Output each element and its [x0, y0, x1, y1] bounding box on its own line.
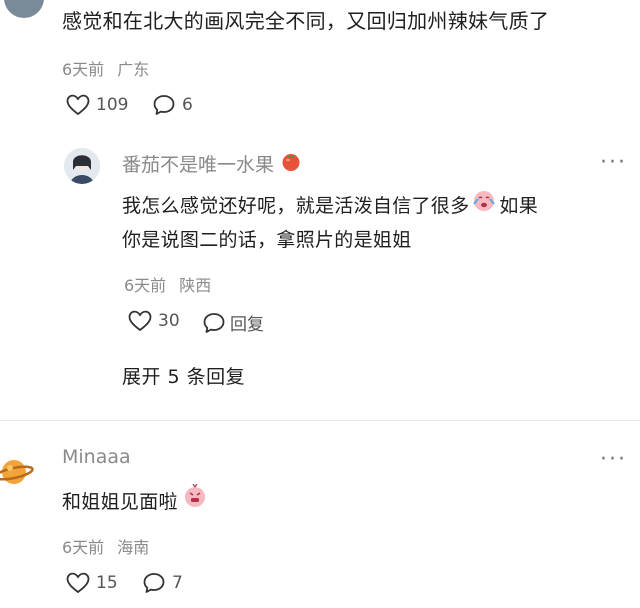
- tomato-emoji: [280, 150, 302, 177]
- heart-outline-icon: [128, 310, 152, 332]
- reply-reply-button[interactable]: 回复: [202, 310, 264, 335]
- reply-text: 我怎么感觉还好呢，就是活泼自信了很多 如果 你是说图二的话，拿照片的是姐姐: [122, 188, 538, 257]
- more-dots-icon[interactable]: ···: [600, 449, 627, 471]
- speech-bubble-icon: [202, 312, 226, 334]
- like-count: 109: [96, 95, 129, 115]
- expand-replies-link[interactable]: 展开 5 条回复: [122, 362, 245, 389]
- reply-time: 6天前: [124, 276, 167, 295]
- reply-location: 陕西: [179, 276, 212, 295]
- comment-meta: 6天前 广东: [62, 56, 149, 80]
- heart-outline-icon: [66, 94, 90, 116]
- reply-like-button[interactable]: 30: [128, 310, 180, 332]
- reply-text-line1: 我怎么感觉还好呢，就是活泼自信了很多: [122, 194, 470, 217]
- speech-bubble-icon: [152, 94, 176, 116]
- comment-time: 6天前: [62, 60, 105, 79]
- comment2-username[interactable]: Minaaa: [62, 446, 131, 468]
- divider: [0, 420, 640, 421]
- reply-username-row: 番茄不是唯一水果: [122, 150, 302, 177]
- avatar-image: [64, 148, 100, 184]
- avatar-top[interactable]: [4, 0, 44, 18]
- reply-like-count: 30: [158, 311, 180, 331]
- comment2-text-row: 和姐姐见面啦: [62, 483, 208, 519]
- heart-outline-icon: [66, 572, 90, 594]
- comment-text: 感觉和在北大的画风完全不同，又回归加州辣妹气质了: [62, 9, 550, 33]
- reply-text-line1b: 如果: [499, 194, 539, 217]
- avatar[interactable]: [0, 452, 34, 492]
- comment2-text: 和姐姐见面啦: [62, 490, 178, 513]
- comment2-meta: 6天前 海南: [62, 534, 149, 558]
- speech-bubble-icon: [142, 572, 166, 594]
- reply-button[interactable]: 6: [152, 94, 193, 116]
- comment2-location: 海南: [117, 538, 150, 557]
- shy-face-emoji: [182, 483, 208, 519]
- comment-location: 广东: [117, 60, 150, 79]
- reply-username[interactable]: 番茄不是唯一水果: [122, 150, 274, 177]
- comment2-reply-button[interactable]: 7: [142, 572, 183, 594]
- like-button[interactable]: 109: [66, 94, 128, 116]
- crying-face-emoji: [471, 188, 497, 223]
- comment2-like-count: 15: [96, 573, 118, 593]
- reply-reply-label: 回复: [230, 315, 264, 335]
- comment2-time: 6天前: [62, 538, 105, 557]
- reply-meta: 6天前 陕西: [124, 272, 211, 296]
- reply-text-line2: 你是说图二的话，拿照片的是姐姐: [122, 229, 412, 251]
- more-dots-icon[interactable]: ···: [600, 152, 627, 174]
- reply-count: 6: [182, 95, 193, 115]
- comment2-like-button[interactable]: 15: [66, 572, 118, 594]
- comment2-reply-count: 7: [172, 573, 183, 593]
- avatar[interactable]: [64, 148, 100, 184]
- planet-avatar-image: [0, 460, 34, 484]
